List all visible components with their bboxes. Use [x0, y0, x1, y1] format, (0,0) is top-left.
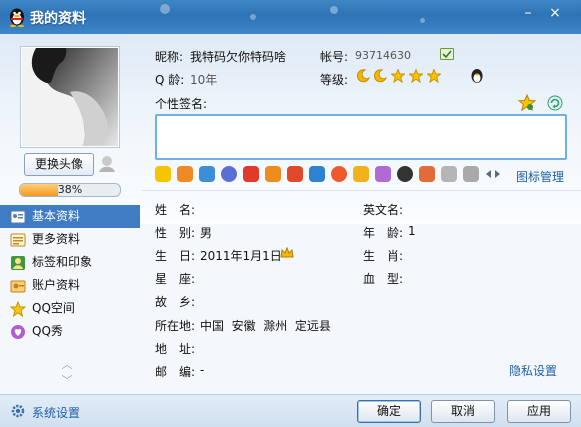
red-game-service-icon[interactable] [287, 166, 303, 182]
qq-penguin-icon [10, 8, 24, 27]
sidebar: 基本资料 更多资料 标签和印象 账户资料 QQ空间 QQ秀 [0, 205, 140, 343]
zip-value: - [200, 363, 205, 377]
copy-account-icon[interactable] [440, 48, 454, 60]
hometown-label: 故 乡: [155, 295, 196, 309]
heart-bubble-icon [11, 325, 25, 339]
star-sign-icon[interactable] [518, 94, 536, 112]
age-label: 年 龄: [363, 226, 404, 240]
tag-person-icon [11, 256, 25, 270]
red-penguin-service-icon[interactable] [243, 166, 259, 182]
penguin-service-icon[interactable] [397, 166, 413, 182]
account-icon [10, 280, 26, 293]
orange-person-service-icon[interactable] [177, 166, 193, 182]
zodiac-label: 生 肖: [363, 249, 404, 263]
avatar[interactable] [22, 48, 118, 146]
music-service-icon[interactable] [353, 166, 369, 182]
sidebar-scroll-down-icon[interactable]: ﹀ [60, 375, 74, 386]
qage-label: Q 龄: [155, 73, 185, 87]
yellow-star-service-icon[interactable] [155, 166, 171, 182]
globe-service-icon[interactable] [221, 166, 237, 182]
minimize-button[interactable]: – [518, 4, 538, 22]
close-button[interactable]: × [545, 4, 565, 22]
sidebar-item-qqshow[interactable]: QQ秀 [0, 320, 140, 343]
blue-mail-service-icon[interactable] [309, 166, 325, 182]
account-value: 93714630 [355, 49, 411, 62]
blood-type-label: 血 型: [363, 272, 404, 286]
sidebar-item-qzone[interactable]: QQ空间 [0, 297, 140, 320]
system-settings-link[interactable]: 系统设置 [32, 404, 80, 421]
snowflake-decoration [160, 4, 170, 14]
constellation-label: 星 座: [155, 272, 196, 286]
footer-bar: 系统设置 确定 取消 应用 [0, 394, 581, 427]
star-level-icon [409, 69, 423, 83]
sidebar-item-label: 更多资料 [32, 232, 81, 246]
moon-level-icon [356, 69, 370, 83]
location-label: 所在地: [155, 319, 196, 333]
red-ticket-service-icon[interactable] [419, 166, 435, 182]
gender-value: 男 [200, 226, 213, 240]
gear-icon[interactable] [10, 403, 26, 419]
snowflake-decoration [420, 18, 425, 23]
orange-bag-service-icon[interactable] [265, 166, 281, 182]
sidebar-item-basic-info[interactable]: 基本资料 [0, 205, 140, 228]
window-title: 我的资料 [30, 11, 86, 27]
birthday-value: 2011年1月1日 [200, 249, 282, 263]
address-label: 地 址: [155, 342, 196, 356]
snowflake-decoration [330, 6, 338, 14]
profile-window: 我的资料 – × 更换头像 38% 基本资料 更多资料 标签和印象 账户资料 Q… [0, 0, 581, 427]
cancel-button[interactable]: 取消 [431, 400, 495, 423]
pet-service-icon[interactable] [375, 166, 391, 182]
icon-scroll-arrows-icon[interactable] [485, 169, 501, 179]
nickname-value[interactable]: 我特码欠你特码啥 [190, 48, 286, 65]
blue-card-service-icon[interactable] [199, 166, 215, 182]
gray-ticket-service-icon[interactable] [441, 166, 457, 182]
sidebar-item-label: 基本资料 [32, 209, 81, 223]
qage-value: 10年 [190, 73, 218, 87]
moon-level-icon [373, 69, 387, 83]
location-value: 中国 安徽 滁州 定远县 [200, 319, 331, 333]
age-value: 1 [408, 224, 416, 238]
flame-service-icon[interactable] [331, 166, 347, 182]
star-level-icon [391, 69, 405, 83]
sidebar-scroll-up-icon[interactable]: ︿ [60, 359, 74, 370]
change-avatar-button[interactable]: 更换头像 [24, 153, 94, 176]
title-bar[interactable]: 我的资料 – × [0, 0, 581, 34]
refresh-icon[interactable] [547, 95, 563, 111]
gray-card-service-icon[interactable] [463, 166, 479, 182]
sidebar-item-account[interactable]: 账户资料 [0, 274, 140, 297]
zip-label: 邮 编: [155, 365, 196, 379]
privacy-settings-link[interactable]: 隐私设置 [509, 362, 557, 379]
sidebar-item-label: 标签和印象 [32, 255, 93, 269]
card-list-icon [10, 233, 26, 247]
gender-label: 性 别: [155, 226, 196, 240]
star-icon [10, 301, 26, 317]
icon-manage-link[interactable]: 图标管理 [516, 168, 564, 185]
avatar-3d-icon[interactable] [97, 153, 117, 173]
signature-label: 个性签名: [155, 97, 208, 111]
signature-input[interactable] [155, 114, 567, 160]
level-label: 等级: [320, 73, 349, 87]
crown-icon [280, 246, 294, 258]
star-level-icon [427, 69, 441, 83]
account-label: 帐号: [320, 50, 349, 64]
ok-button[interactable]: 确定 [357, 400, 421, 423]
avatar-frame [20, 46, 120, 148]
section-divider [142, 190, 581, 191]
apply-button[interactable]: 应用 [507, 400, 571, 423]
sidebar-item-more-info[interactable]: 更多资料 [0, 228, 140, 251]
english-name-label: 英文名: [363, 203, 404, 217]
birthday-label: 生 日: [155, 249, 196, 263]
id-card-icon [10, 210, 26, 224]
profile-completeness-bar: 38% [19, 183, 121, 197]
sidebar-item-label: 账户资料 [32, 278, 81, 292]
profile-completeness-text: 38% [57, 183, 83, 196]
snowflake-decoration [250, 14, 256, 20]
nickname-label: 昵称: [155, 50, 184, 64]
sidebar-item-label: QQ秀 [32, 324, 63, 338]
sidebar-item-label: QQ空间 [32, 301, 75, 315]
sidebar-item-tags[interactable]: 标签和印象 [0, 251, 140, 274]
penguin-icon[interactable] [470, 68, 484, 84]
name-label: 姓 名: [155, 203, 196, 217]
